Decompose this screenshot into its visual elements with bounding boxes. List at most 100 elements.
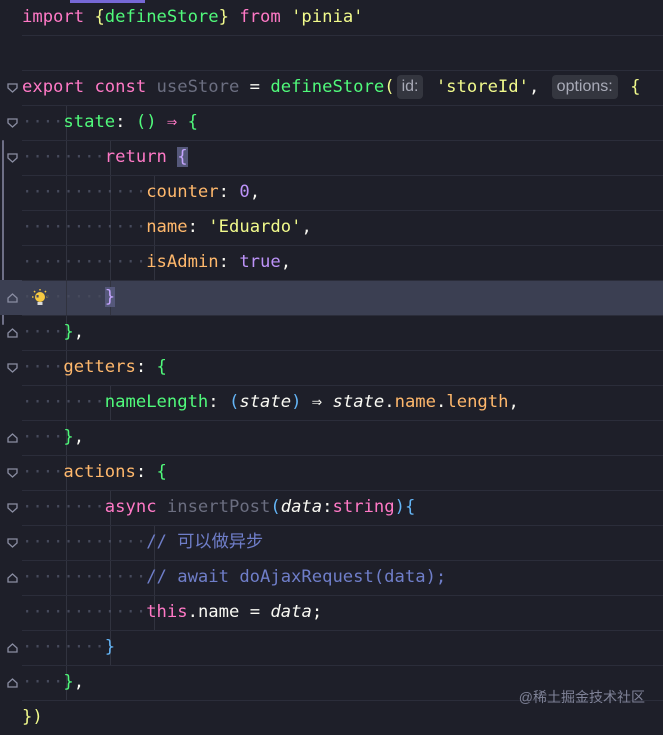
code-line[interactable]: ····actions: { [0, 455, 663, 490]
code-line[interactable]: ············// await doAjaxRequest(data)… [0, 560, 663, 595]
fold-collapse-icon[interactable] [7, 468, 18, 478]
code-line[interactable]: ····state: () ⇒ { [0, 105, 663, 140]
code-token: : [218, 182, 240, 202]
code-line[interactable]: ········async insertPost(data:string){ [0, 490, 663, 525]
code-token: nameLength [104, 392, 209, 412]
whitespace-dots: ···· [22, 322, 64, 342]
code-line[interactable]: ········nameLength: (state) ⇒ state.name… [0, 385, 663, 420]
code-text: ············counter: 0, [22, 175, 260, 210]
code-token: ( [270, 497, 281, 517]
whitespace-dots: ············ [22, 182, 147, 202]
fold-end-icon[interactable] [7, 678, 18, 688]
code-token: : [135, 462, 157, 482]
line-separator [22, 70, 663, 71]
whitespace-dots: ········ [22, 287, 105, 307]
code-line[interactable]: ············counter: 0, [0, 175, 663, 210]
code-token: length [446, 392, 509, 412]
line-separator [22, 525, 663, 526]
code-text: import {defineStore} from 'pinia' [22, 0, 364, 35]
code-token: const [94, 77, 157, 97]
code-token: , [249, 182, 261, 202]
fold-end-icon[interactable] [7, 643, 18, 653]
code-token: state [239, 392, 292, 412]
code-token: : [322, 497, 333, 517]
code-line[interactable]: ········} [0, 280, 663, 315]
whitespace-dots: ········ [22, 147, 105, 167]
fold-collapse-icon[interactable] [7, 118, 18, 128]
fold-end-icon[interactable] [7, 293, 18, 303]
fold-collapse-icon[interactable] [7, 363, 18, 373]
whitespace-dots: ···· [22, 672, 64, 692]
code-token: ) [394, 497, 405, 517]
whitespace-dots: ············ [22, 252, 147, 272]
watermark: @稀土掘金技术社区 [518, 689, 645, 705]
code-token: import [22, 7, 95, 27]
code-line[interactable]: ····getters: { [0, 350, 663, 385]
code-token: : [218, 252, 240, 272]
code-token: ⇒ [166, 112, 188, 132]
code-token: , [528, 77, 550, 97]
code-token: insertPost [166, 497, 271, 517]
code-text: ····actions: { [22, 455, 167, 490]
code-line[interactable]: ············name: 'Eduardo', [0, 210, 663, 245]
code-token: , [508, 392, 519, 412]
line-separator [22, 385, 663, 386]
code-token: this [146, 602, 188, 622]
fold-collapse-icon[interactable] [7, 83, 18, 93]
code-token: : [208, 392, 229, 412]
line-separator [22, 280, 663, 281]
code-line[interactable]: ············this.name = data; [0, 595, 663, 630]
whitespace-dots: ············ [22, 602, 147, 622]
parameter-hint: options: [551, 75, 618, 99]
line-separator [22, 630, 663, 631]
code-token: ( [228, 392, 240, 412]
code-token: name [197, 602, 240, 622]
code-line[interactable]: import {defineStore} from 'pinia' [0, 0, 663, 35]
code-token: true [239, 252, 281, 272]
code-text: ········return { [22, 140, 188, 175]
code-line[interactable]: ············// 可以做异步 [0, 525, 663, 560]
code-text: ········nameLength: (state) ⇒ state.name… [22, 385, 519, 420]
code-token: } [63, 672, 74, 692]
code-token: string [332, 497, 395, 517]
code-token: async [104, 497, 167, 517]
code-token: counter [146, 182, 219, 202]
whitespace-dots: ···· [22, 462, 64, 482]
code-line[interactable]: ············isAdmin: true, [0, 245, 663, 280]
code-token: name [394, 392, 437, 412]
fold-end-icon[interactable] [7, 433, 18, 443]
code-token: } [63, 427, 74, 447]
code-editor[interactable]: import {defineStore} from 'pinia' export … [0, 0, 663, 727]
code-line[interactable]: ····}, [0, 420, 663, 455]
fold-collapse-icon[interactable] [7, 538, 18, 548]
code-line[interactable]: ········return { [0, 140, 663, 175]
line-separator [22, 35, 663, 36]
code-token: data [270, 602, 312, 622]
code-token: // await doAjaxRequest(data); [146, 567, 447, 587]
code-line[interactable]: ····}, [0, 315, 663, 350]
fold-end-icon[interactable] [7, 328, 18, 338]
code-line[interactable]: export const useStore = defineStore(id: … [0, 70, 663, 105]
whitespace-dots: ········ [22, 392, 105, 412]
fold-end-icon[interactable] [7, 573, 18, 583]
parameter-hint: id: [396, 75, 424, 99]
whitespace-dots: ············ [22, 567, 147, 587]
code-text: ····state: () ⇒ { [22, 105, 198, 140]
code-text: ············isAdmin: true, [22, 245, 291, 280]
code-token: . [384, 392, 395, 412]
fold-collapse-icon[interactable] [7, 503, 18, 513]
code-text: ········} [22, 280, 116, 315]
whitespace-dots: ···· [22, 357, 64, 377]
line-separator [22, 245, 663, 246]
code-token: 'Eduardo' [208, 217, 302, 237]
code-text: ············name: 'Eduardo', [22, 210, 312, 245]
code-line[interactable] [0, 35, 663, 70]
code-token: state [332, 392, 385, 412]
code-token: , [280, 252, 292, 272]
code-token: { [187, 112, 198, 132]
code-line[interactable]: ········} [0, 630, 663, 665]
fold-collapse-icon[interactable] [7, 153, 18, 163]
code-text: ············this.name = data; [22, 595, 322, 630]
code-token: }) [22, 707, 43, 727]
matched-brace: { [177, 147, 188, 167]
